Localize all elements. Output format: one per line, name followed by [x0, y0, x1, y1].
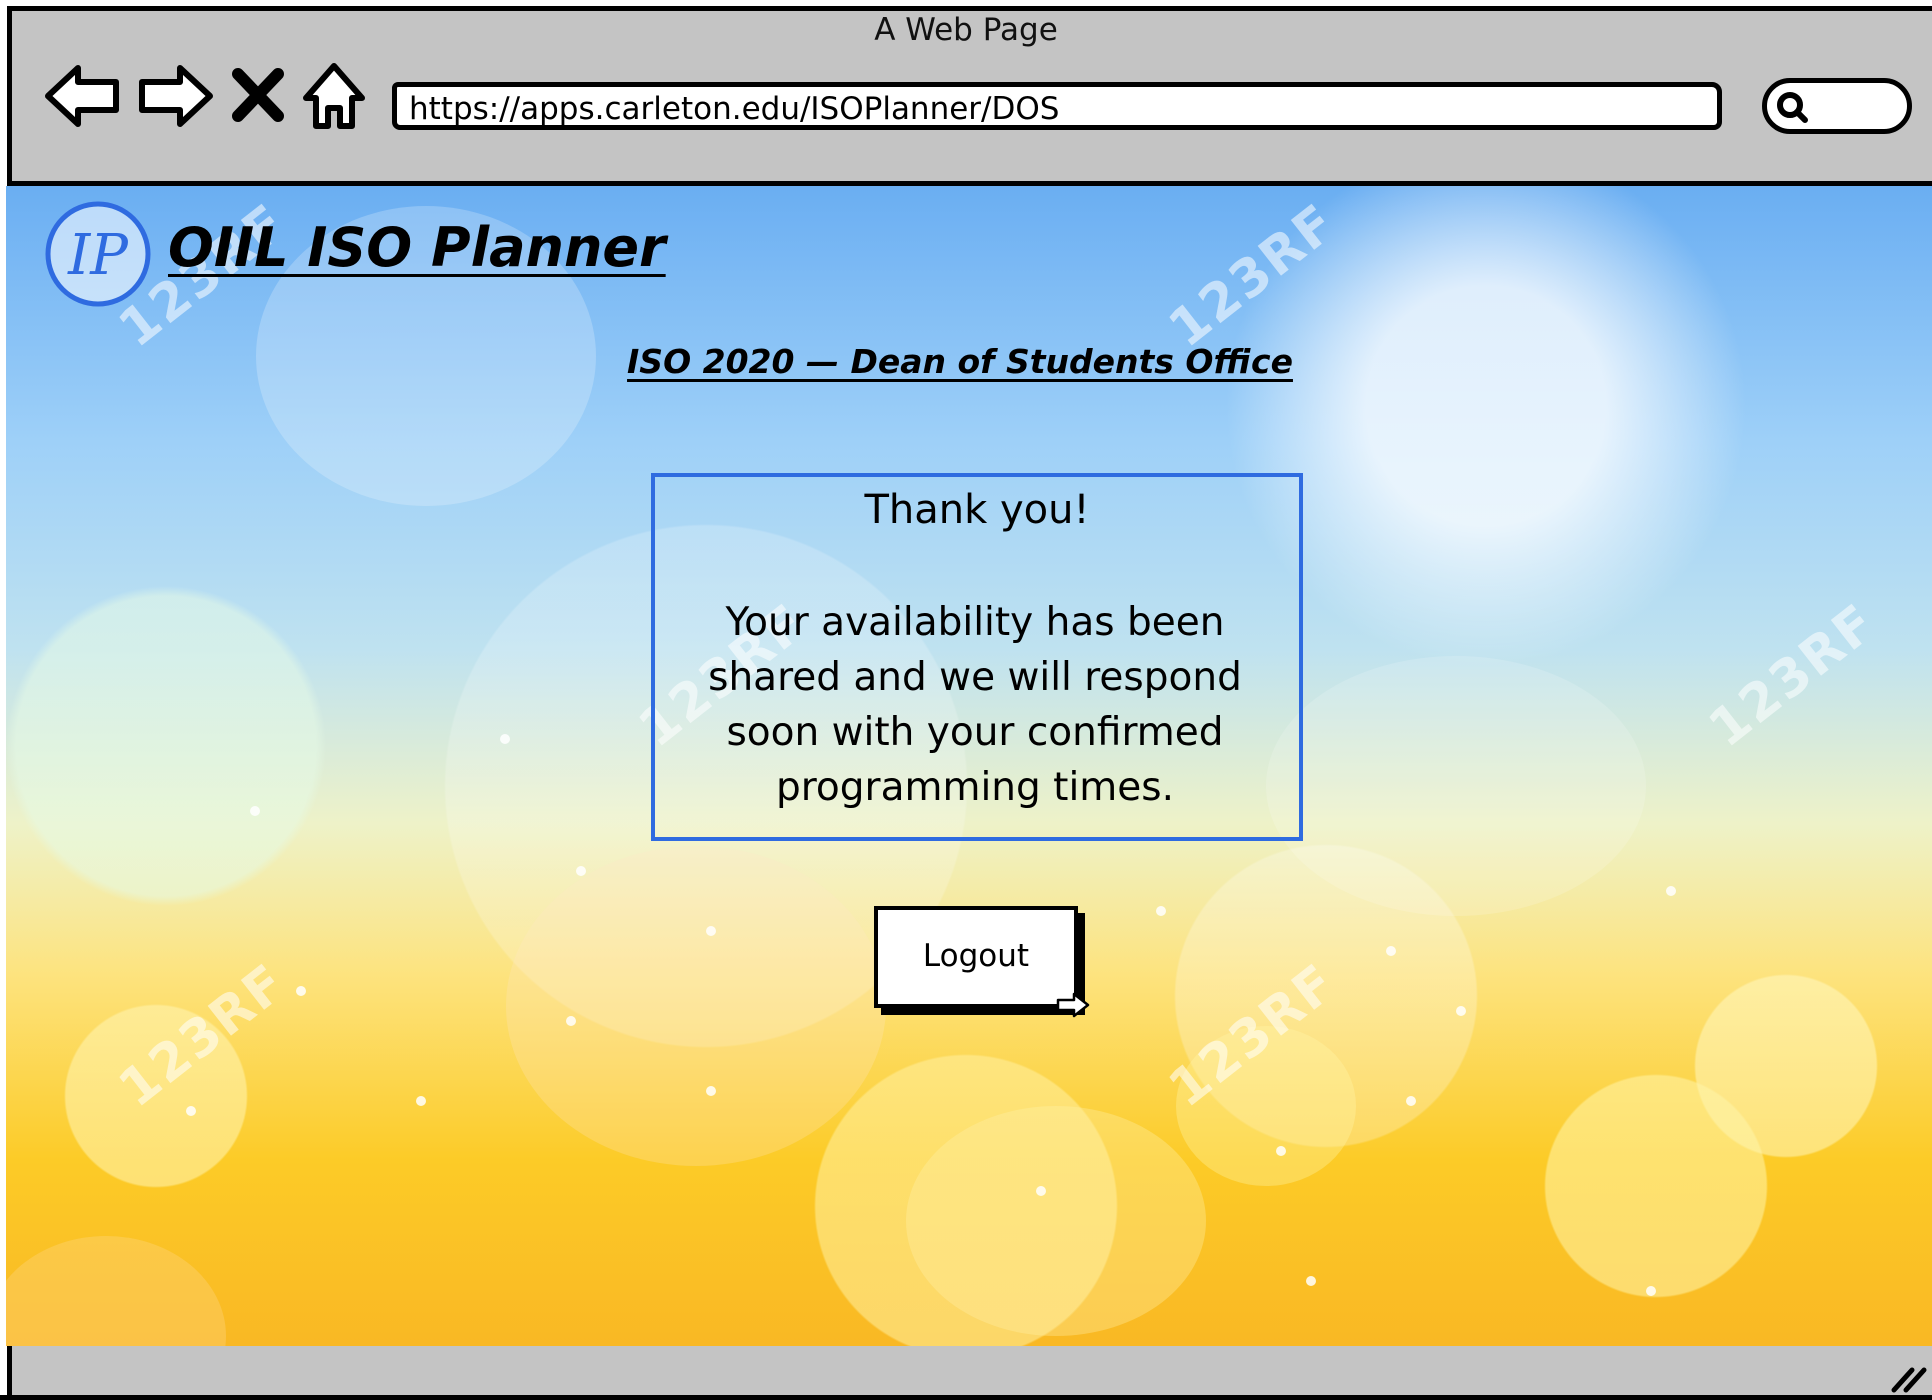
- bokeh-bubble: [6, 1236, 226, 1346]
- sparkle-dot: [500, 734, 510, 744]
- sparkle-dot: [566, 1016, 576, 1026]
- browser-status-bar: [7, 1346, 1932, 1400]
- watermark: 123RF: [1158, 192, 1349, 360]
- window-bottom-border: [0, 1395, 1932, 1400]
- watermark: 123RF: [108, 952, 299, 1120]
- sparkle-dot: [1036, 1186, 1046, 1196]
- bokeh-bubble: [506, 846, 886, 1166]
- logout-button[interactable]: Logout: [874, 906, 1078, 1008]
- window-title: A Web Page: [874, 12, 1058, 48]
- sparkle-dot: [576, 866, 586, 876]
- stop-x-icon[interactable]: [226, 58, 290, 134]
- app-logo-icon: IP: [45, 201, 151, 307]
- sparkle-dot: [1666, 886, 1676, 896]
- sparkle-dot: [250, 806, 260, 816]
- browser-search-box[interactable]: [1762, 78, 1912, 134]
- sparkle-dot: [706, 1086, 716, 1096]
- bokeh-bubble: [906, 1106, 1206, 1336]
- sparkle-dot: [1406, 1096, 1416, 1106]
- sparkle-dot: [1156, 906, 1166, 916]
- pointer-cursor-icon: [1056, 992, 1090, 1018]
- watermark: 123RF: [1698, 592, 1889, 760]
- forward-arrow-icon[interactable]: [134, 58, 216, 134]
- home-icon[interactable]: [300, 58, 368, 134]
- sparkle-dot: [186, 1106, 196, 1116]
- sparkle-dot: [1386, 946, 1396, 956]
- url-text: https://apps.carleton.edu/ISOPlanner/DOS: [409, 91, 1060, 127]
- sparkle-dot: [706, 926, 716, 936]
- message-heading: Thank you!: [864, 487, 1090, 533]
- confirmation-message-box: Thank you! Your availability has been sh…: [651, 473, 1303, 841]
- page-content: 123RF 123RF 123RF 123RF 123RF 123RF IP O…: [6, 186, 1932, 1346]
- back-arrow-icon[interactable]: [42, 58, 124, 134]
- sparkle-dot: [1456, 1006, 1466, 1016]
- sparkle-dot: [1646, 1286, 1656, 1296]
- bokeh-bubble: [1266, 656, 1646, 916]
- sparkle-dot: [296, 986, 306, 996]
- resize-grip-icon[interactable]: [1888, 1358, 1928, 1394]
- logo-text: IP: [67, 223, 129, 288]
- sparkle-dot: [1306, 1276, 1316, 1286]
- page-subtitle: ISO 2020 — Dean of Students Office: [627, 342, 1293, 381]
- message-body: Your availability has been shared and we…: [708, 600, 1242, 810]
- browser-window: A Web Page https://apps.carleton.edu/ISO…: [0, 0, 1932, 1400]
- address-bar[interactable]: https://apps.carleton.edu/ISOPlanner/DOS: [392, 82, 1722, 130]
- sparkle-dot: [416, 1096, 426, 1106]
- search-icon: [1777, 92, 1808, 123]
- app-title: OIIL ISO Planner: [168, 216, 666, 279]
- logout-button-label: Logout: [922, 938, 1030, 974]
- sparkle-dot: [1276, 1146, 1286, 1156]
